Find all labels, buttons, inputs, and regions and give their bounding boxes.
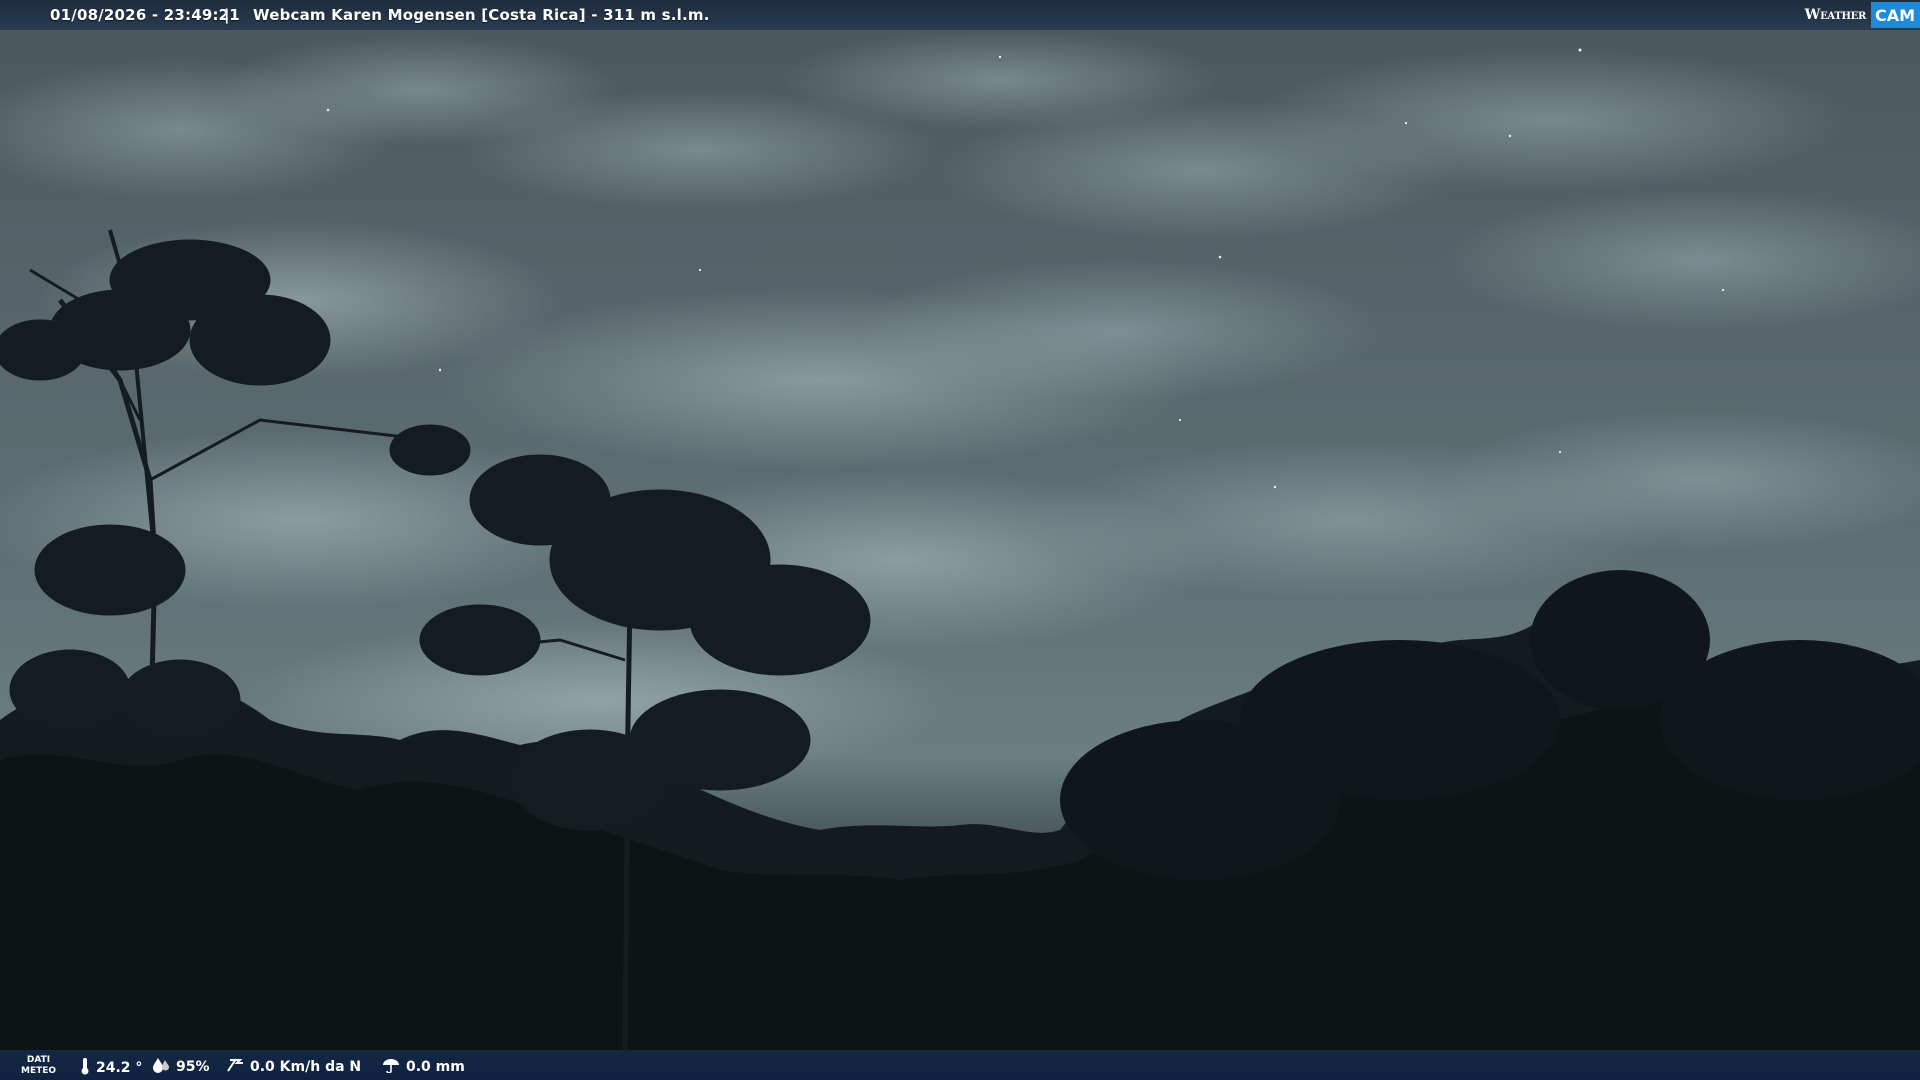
- rain-value: 0.0 mm: [406, 1059, 465, 1075]
- thermometer-icon: [80, 1057, 90, 1079]
- humidity-value: 95%: [176, 1059, 210, 1075]
- timestamp: 01/08/2026 - 23:49:21: [50, 6, 240, 24]
- webcam-title: Webcam Karen Mogensen [Costa Rica] - 311…: [253, 6, 710, 24]
- rain-readout: 0.0 mm: [382, 1057, 465, 1077]
- webcam-image: [0, 0, 1920, 1080]
- weathercam-logo: Weather CAM: [1805, 0, 1920, 30]
- rain-icon: [382, 1057, 400, 1077]
- dati-meteo-label: DATI METEO: [21, 1055, 57, 1076]
- weather-data-bar: DATI METEO 24.2 ° 95% 0.0 Km/h da N 0.0 …: [0, 1050, 1920, 1080]
- temperature-readout: 24.2 °: [80, 1057, 142, 1079]
- temperature-value: 24.2 °: [96, 1060, 143, 1076]
- wind-value: 0.0 Km/h da N: [250, 1059, 362, 1075]
- night-landscape: [0, 30, 1920, 1080]
- humidity-readout: 95%: [152, 1057, 210, 1077]
- wind-icon: [226, 1057, 244, 1077]
- logo-weather-text: Weather: [1804, 7, 1867, 23]
- logo-cam-text: CAM: [1870, 2, 1920, 28]
- humidity-icon: [152, 1057, 170, 1077]
- header-separator: |: [224, 6, 230, 24]
- header-bar: 01/08/2026 - 23:49:21 | Webcam Karen Mog…: [0, 0, 1920, 30]
- wind-readout: 0.0 Km/h da N: [226, 1057, 361, 1077]
